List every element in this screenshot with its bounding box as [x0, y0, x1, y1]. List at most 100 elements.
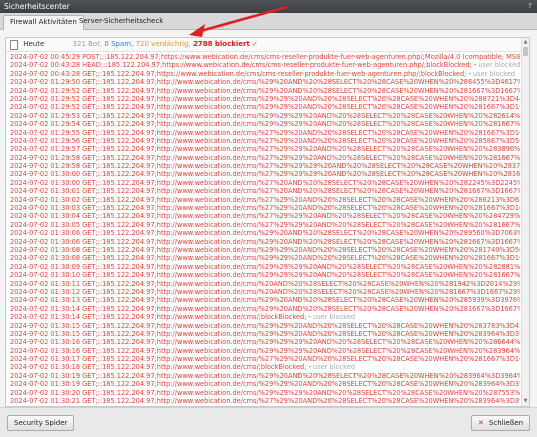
- log-request: GET;::185.122.204.97;http://www.webicati…: [82, 321, 520, 330]
- log-row: 2024-07-02 01:30:08 GET;::185.122.204.97…: [10, 246, 520, 254]
- log-timestamp: 2024-07-02 01:29:56: [10, 136, 81, 145]
- log-timestamp: 2024-07-02 01:29:55: [10, 128, 81, 137]
- scroll-up-icon[interactable]: ▲: [522, 39, 529, 46]
- security-spider-button[interactable]: Security Spider: [7, 415, 75, 431]
- log-row: 2024-07-02 01:29:52 GET;::185.122.204.97…: [10, 95, 520, 103]
- log-row: 2024-07-02 01:30:09 GET;::185.122.204.97…: [10, 263, 520, 271]
- log-row: 2024-07-02 01:29:55 GET;::185.122.204.97…: [10, 129, 520, 137]
- log-request: HEAD;::185.122.204.97;https://www.webica…: [82, 61, 472, 70]
- log-request: GET;::185.122.204.97;http://www.webicati…: [82, 212, 520, 221]
- log-request: GET;::185.122.204.97;http://www.webicati…: [82, 371, 520, 380]
- log-row: 2024-07-02 01:30:16 GET;::185.122.204.97…: [10, 347, 520, 355]
- log-row: 2024-07-02 01:30:14 GET;::185.122.204.97…: [10, 305, 520, 313]
- log-row: 2024-07-02 01:30:05 GET;::185.122.204.97…: [10, 221, 520, 229]
- log-row: 2024-07-02 01:29:58 GET;::185.122.204.97…: [10, 162, 520, 170]
- log-timestamp: 2024-07-02 01:29:52: [10, 94, 81, 103]
- log-note: user blocked: [472, 69, 515, 78]
- log-timestamp: 2024-07-02 01:30:04: [10, 212, 81, 221]
- log-timestamp: 2024-07-02 01:30:21: [10, 397, 81, 405]
- log-row: 2024-07-02 01:30:04 GET;::185.122.204.97…: [10, 212, 520, 220]
- log-timestamp: 2024-07-02 01:30:00: [10, 178, 81, 187]
- log-request: GET;::185.122.204.97;http://www.webicati…: [82, 388, 520, 397]
- log-request: GET;::185.122.204.97;http://www.webicati…: [82, 103, 520, 112]
- document-icon: [10, 40, 18, 50]
- log-timestamp: 2024-07-02 01:30:10: [10, 271, 81, 280]
- tab-firewall-activities[interactable]: Firewall Aktivitäten: [3, 15, 84, 30]
- log-row: 2024-07-02 01:29:56 GET;::185.122.204.97…: [10, 137, 520, 145]
- log-row: 2024-07-02 01:30:21 GET;::185.122.204.97…: [10, 397, 520, 405]
- log-request: GET;::185.122.204.97;http://www.webicati…: [82, 128, 520, 137]
- log-timestamp: 2024-07-02 01:30:01: [10, 187, 81, 196]
- log-timestamp: 2024-07-02 01:30:19: [10, 380, 81, 389]
- log-row: 2024-07-02 01:30:00 GET;::185.122.204.97…: [10, 170, 520, 178]
- log-timestamp: 2024-07-02 01:30:05: [10, 220, 81, 229]
- window-title: Sicherheitscenter: [4, 2, 70, 11]
- log-timestamp: 2024-07-02 01:30:15: [10, 321, 81, 330]
- log-row: 2024-07-02 01:30:06 GET;::185.122.204.97…: [10, 238, 520, 246]
- log-timestamp: 2024-07-02 01:30:19: [10, 371, 81, 380]
- scroll-thumb[interactable]: [523, 47, 528, 56]
- log-request: GET;::185.122.204.97;http://www.webicati…: [82, 380, 520, 389]
- close-button[interactable]: ✕ Schließen: [471, 415, 530, 431]
- log-request: GET;::185.122.204.97;http://www.webicati…: [82, 262, 520, 271]
- log-request: GET;::185.122.204.97;http://www.webicati…: [82, 346, 520, 355]
- log-request: GET;::185.122.204.97;http://www.webicati…: [82, 94, 520, 103]
- log-row: 2024-07-02 01:29:53 GET;::185.122.204.97…: [10, 112, 520, 120]
- log-timestamp: 2024-07-02 01:30:13: [10, 296, 81, 305]
- help-icon[interactable]: ?: [526, 2, 534, 10]
- log-timestamp: 2024-07-02 01:30:08: [10, 254, 81, 263]
- log-row: 2024-07-02 01:29:57 GET;::185.122.204.97…: [10, 145, 520, 153]
- bot-count: 321 Bot,: [72, 40, 103, 48]
- log-row: 2024-07-02 01:30:13 GET;::185.122.204.97…: [10, 296, 520, 304]
- log-timestamp: 2024-07-02 01:30:00: [10, 170, 81, 179]
- log-request: GET;::185.122.204.97;http://www.webicati…: [82, 313, 307, 322]
- log-timestamp: 2024-07-02 01:30:06: [10, 229, 81, 238]
- log-row: 2024-07-02 01:30:20 GET;::185.122.204.97…: [10, 389, 520, 397]
- log-row: 2024-07-02 01:29:54 GET;::185.122.204.97…: [10, 120, 520, 128]
- close-label: Schließen: [488, 419, 523, 427]
- log-timestamp: 2024-07-02 01:30:06: [10, 237, 81, 246]
- log-request: GET;::185.122.204.97;http://www.webicati…: [82, 187, 520, 196]
- log-request: GET;::185.122.204.97;http://www.webicati…: [82, 363, 307, 372]
- log-timestamp: 2024-07-02 01:29:52: [10, 86, 81, 95]
- log-row: 2024-07-02 01:30:11 GET;::185.122.204.97…: [10, 280, 520, 288]
- log-timestamp: 2024-07-02 01:30:14: [10, 304, 81, 313]
- log-request: GET;::185.122.204.97;http://www.webicati…: [82, 145, 520, 154]
- log-timestamp: 2024-07-02 01:29:57: [10, 145, 81, 154]
- log-request: GET;::185.122.204.97;http://www.webicati…: [82, 397, 520, 405]
- log-row: 2024-07-02 01:30:03 GET;::185.122.204.97…: [10, 204, 520, 212]
- log-row: 2024-07-02 01:30:19 GET;::185.122.204.97…: [10, 380, 520, 388]
- log-request: GET;::185.122.204.97;http://www.webicati…: [82, 296, 520, 305]
- log-row: 2024-07-02 00:43:28 HEAD;::185.122.204.9…: [10, 61, 520, 70]
- day-label: Heute: [23, 40, 45, 48]
- tab-server-security-check[interactable]: Server-Sicherheitscheck: [73, 15, 169, 29]
- log-note: user blocked: [478, 61, 520, 70]
- log-row: 2024-07-02 01:30:06 GET;::185.122.204.97…: [10, 229, 520, 237]
- log-row: 2024-07-02 01:30:12 GET;::185.122.204.97…: [10, 288, 520, 296]
- log-timestamp: 2024-07-02 01:30:16: [10, 338, 81, 347]
- log-timestamp: 2024-07-02 01:30:14: [10, 313, 81, 322]
- log-note: user blocked: [313, 363, 356, 372]
- log-row: 2024-07-02 01:29:52 GET;::185.122.204.97…: [10, 87, 520, 95]
- log-row: 2024-07-02 01:29:52 GET;::185.122.204.97…: [10, 103, 520, 111]
- log-row: 2024-07-02 00:43:28 GET;::185.122.204.97…: [10, 69, 515, 78]
- log-timestamp: 2024-07-02 01:30:18: [10, 363, 81, 372]
- log-row: 2024-07-02 01:30:08 GET;::185.122.204.97…: [10, 254, 520, 262]
- log-timestamp: 2024-07-02 01:30:17: [10, 355, 81, 364]
- log-timestamp: 2024-07-02 01:29:54: [10, 120, 81, 129]
- log-timestamp: 2024-07-02 01:30:02: [10, 195, 81, 204]
- log-row: 2024-07-02 01:30:16 GET;::185.122.204.97…: [10, 338, 520, 346]
- log-row: 2024-07-02 01:30:14 GET;::185.122.204.97…: [10, 313, 356, 322]
- log-request: GET;::185.122.204.97;http://www.webicati…: [82, 120, 520, 129]
- close-icon: ✕: [478, 419, 484, 427]
- log-request: GET;::185.122.204.97;http://www.webicati…: [82, 245, 520, 254]
- log-request: GET;::185.122.204.97;http://www.webicati…: [82, 220, 520, 229]
- log-row: 2024-07-02 01:30:17 GET;::185.122.204.97…: [10, 355, 520, 363]
- vertical-scrollbar[interactable]: ▲ ▼: [521, 38, 529, 406]
- firewall-log-panel: Heute 321 Bot, 0 Spam, 720 verdächtig, 2…: [5, 37, 530, 407]
- log-request: GET;::185.122.204.97;http://www.webicati…: [82, 237, 520, 246]
- log-timestamp: 2024-07-02 01:29:58: [10, 162, 81, 171]
- log-request: GET;::185.122.204.97;http://www.webicati…: [82, 195, 520, 204]
- scroll-down-icon[interactable]: ▼: [522, 398, 529, 405]
- log-row: 2024-07-02 01:30:18 GET;::185.122.204.97…: [10, 363, 356, 372]
